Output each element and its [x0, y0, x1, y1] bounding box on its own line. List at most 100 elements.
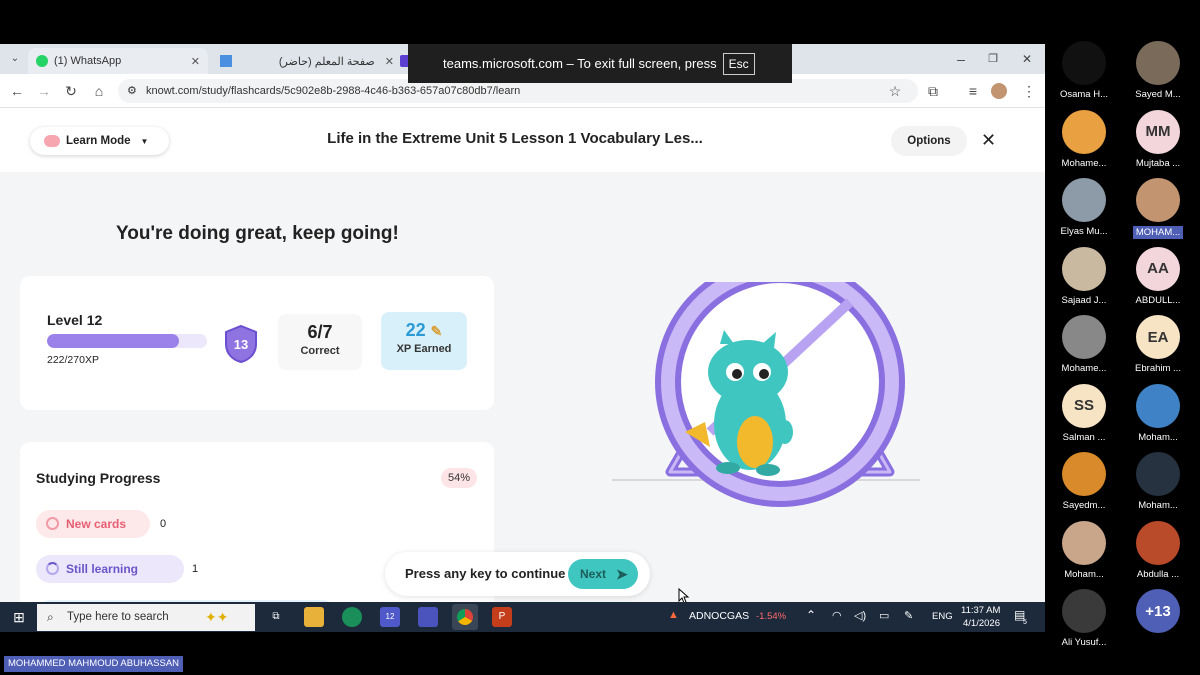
tab-teacher-page[interactable]: صفحة المعلم (حاضر) ✕: [212, 48, 402, 74]
participant-tile[interactable]: Mohame...: [1048, 315, 1120, 374]
presenter-name-tag: MOHAMMED MAHMOUD ABUHASSAN: [4, 656, 184, 672]
reload-icon[interactable]: ↻: [62, 82, 80, 100]
tab-search-icon[interactable]: ⌄: [6, 50, 24, 68]
windows-start-icon[interactable]: ⊞: [9, 607, 29, 627]
participant-tile[interactable]: Sayedm...: [1048, 452, 1120, 511]
teams-icon[interactable]: 12: [380, 607, 400, 627]
participant-name: Sayedm...: [1062, 500, 1106, 511]
participant-name: Sayed M...: [1135, 89, 1181, 100]
progress-title: Studying Progress: [36, 470, 161, 486]
still-learning-count: 1: [192, 563, 199, 575]
pen-icon[interactable]: ✎: [904, 609, 913, 622]
participant-name: Moham...: [1064, 568, 1104, 580]
clock-date[interactable]: 4/1/2026: [963, 618, 1000, 629]
participant-tile[interactable]: Elyas Mu...: [1048, 178, 1120, 237]
xp-earned-stat: 22 ✎ XP Earned: [381, 312, 467, 370]
page-favicon-icon: [220, 55, 232, 67]
avatar: AA: [1136, 246, 1180, 291]
page-body: You're doing great, keep going! Level 12…: [0, 172, 1045, 602]
restore-icon[interactable]: ❐: [984, 50, 1002, 68]
tray-chevron-up-icon[interactable]: ⌃: [806, 608, 816, 622]
stats-card: Level 12 222/270XP 13 6/7 Correct 22 ✎ X…: [20, 276, 494, 410]
participant-tile[interactable]: Ali Yusuf...: [1048, 589, 1120, 648]
search-icon: ⌕: [47, 610, 54, 624]
powerpoint-icon[interactable]: P: [492, 607, 512, 627]
participant-name: Mujtaba ...: [1135, 157, 1181, 169]
profile-avatar[interactable]: [991, 83, 1007, 99]
next-button[interactable]: Next ➤: [568, 559, 638, 589]
task-view-icon[interactable]: ⧉: [266, 607, 286, 627]
participant-tile[interactable]: Moham...: [1048, 520, 1120, 580]
teams-badge: 12: [385, 612, 395, 621]
tab-teacher-label: صفحة المعلم (حاضر): [278, 55, 375, 68]
page-header: Learn Mode ▼ Life in the Extreme Unit 5 …: [0, 108, 1045, 172]
avatar: [1062, 109, 1106, 154]
participant-tile[interactable]: Sayed M...: [1122, 41, 1194, 100]
forward-icon[interactable]: →: [35, 82, 53, 100]
volume-icon[interactable]: ◁): [854, 609, 866, 622]
avatar: [1136, 520, 1180, 565]
progress-percent-badge: 54%: [441, 468, 477, 488]
tab-whatsapp[interactable]: (1) WhatsApp ✕: [28, 48, 208, 74]
minimize-icon[interactable]: –: [952, 50, 970, 68]
new-cards-pill[interactable]: New cards: [36, 510, 150, 538]
participant-name: Moham...: [1138, 431, 1178, 443]
participant-tile[interactable]: SS Salman ...: [1048, 383, 1120, 443]
participant-tile[interactable]: Sajaad J...: [1048, 246, 1120, 306]
participant-tile[interactable]: +13: [1122, 589, 1194, 633]
search-placeholder: Type here to search: [67, 611, 169, 623]
close-icon[interactable]: ✕: [981, 130, 996, 151]
bookmark-star-icon[interactable]: ☆: [886, 82, 904, 100]
participant-tile[interactable]: MOHAM...: [1122, 178, 1194, 240]
options-button[interactable]: Options: [891, 126, 967, 156]
participant-tile[interactable]: Mohame...: [1048, 109, 1120, 169]
file-explorer-icon[interactable]: [304, 607, 324, 627]
close-tab-icon[interactable]: ✕: [385, 55, 394, 68]
participant-name: Salman ...: [1062, 431, 1106, 443]
participant-tile[interactable]: MM Mujtaba ...: [1122, 109, 1194, 169]
still-learning-pill[interactable]: Still learning: [36, 555, 184, 583]
clock-time[interactable]: 11:37 AM: [961, 605, 1000, 616]
battery-icon[interactable]: ▭: [879, 609, 889, 622]
home-icon[interactable]: ⌂: [90, 82, 108, 100]
send-arrow-icon: ➤: [616, 565, 628, 582]
participant-name: Moham...: [1138, 500, 1178, 511]
avatar: [1136, 41, 1180, 85]
participant-tile[interactable]: Moham...: [1122, 452, 1194, 511]
window-close-icon[interactable]: ✕: [1018, 50, 1036, 68]
media-icon[interactable]: ≡: [964, 82, 982, 100]
extensions-icon[interactable]: ⧉: [924, 82, 942, 100]
taskbar-search-input[interactable]: ⌕ Type here to search ✦✦: [37, 604, 255, 631]
language-indicator[interactable]: ENG: [932, 611, 953, 622]
participant-tile[interactable]: Osama H...: [1048, 41, 1120, 100]
ticker-name[interactable]: ADNOCGAS: [689, 610, 749, 622]
esc-key: Esc: [722, 52, 755, 75]
hamster-wheel-illustration: [612, 282, 920, 507]
avatar: +13: [1136, 589, 1180, 633]
encouragement-heading: You're doing great, keep going!: [116, 223, 399, 244]
brain-icon: [44, 135, 60, 147]
participant-name: Ali Yusuf...: [1061, 637, 1107, 648]
pencil-icon: ✎: [430, 323, 443, 339]
chrome-active-icon[interactable]: [452, 604, 478, 630]
mouse-cursor-icon: [678, 588, 690, 602]
participant-tile[interactable]: EA Ebrahim ...: [1122, 315, 1194, 374]
learn-mode-dropdown[interactable]: Learn Mode ▼: [30, 127, 169, 155]
participant-tile[interactable]: Abdulla ...: [1122, 520, 1194, 580]
new-cards-label: New cards: [66, 517, 127, 531]
participant-tile[interactable]: Moham...: [1122, 383, 1194, 443]
edge-icon[interactable]: [342, 607, 362, 627]
site-info-icon[interactable]: ⚙: [127, 79, 137, 103]
chevron-down-icon: ▼: [140, 136, 149, 146]
teams-classic-icon[interactable]: [418, 607, 438, 627]
avatar: [1062, 178, 1106, 222]
correct-value: 6/7: [307, 322, 333, 342]
correct-label: Correct: [300, 345, 340, 357]
close-tab-icon[interactable]: ✕: [191, 55, 200, 68]
menu-kebab-icon[interactable]: ⋮: [1020, 82, 1038, 100]
next-label: Next: [580, 567, 607, 581]
windows-taskbar: ⊞ ⌕ Type here to search ✦✦ ⧉ 12 P ▲ ADNO…: [0, 602, 1045, 632]
back-icon[interactable]: ←: [8, 82, 26, 100]
network-icon[interactable]: ◠: [832, 609, 842, 622]
participant-tile[interactable]: AA ABDULL...: [1122, 246, 1194, 306]
